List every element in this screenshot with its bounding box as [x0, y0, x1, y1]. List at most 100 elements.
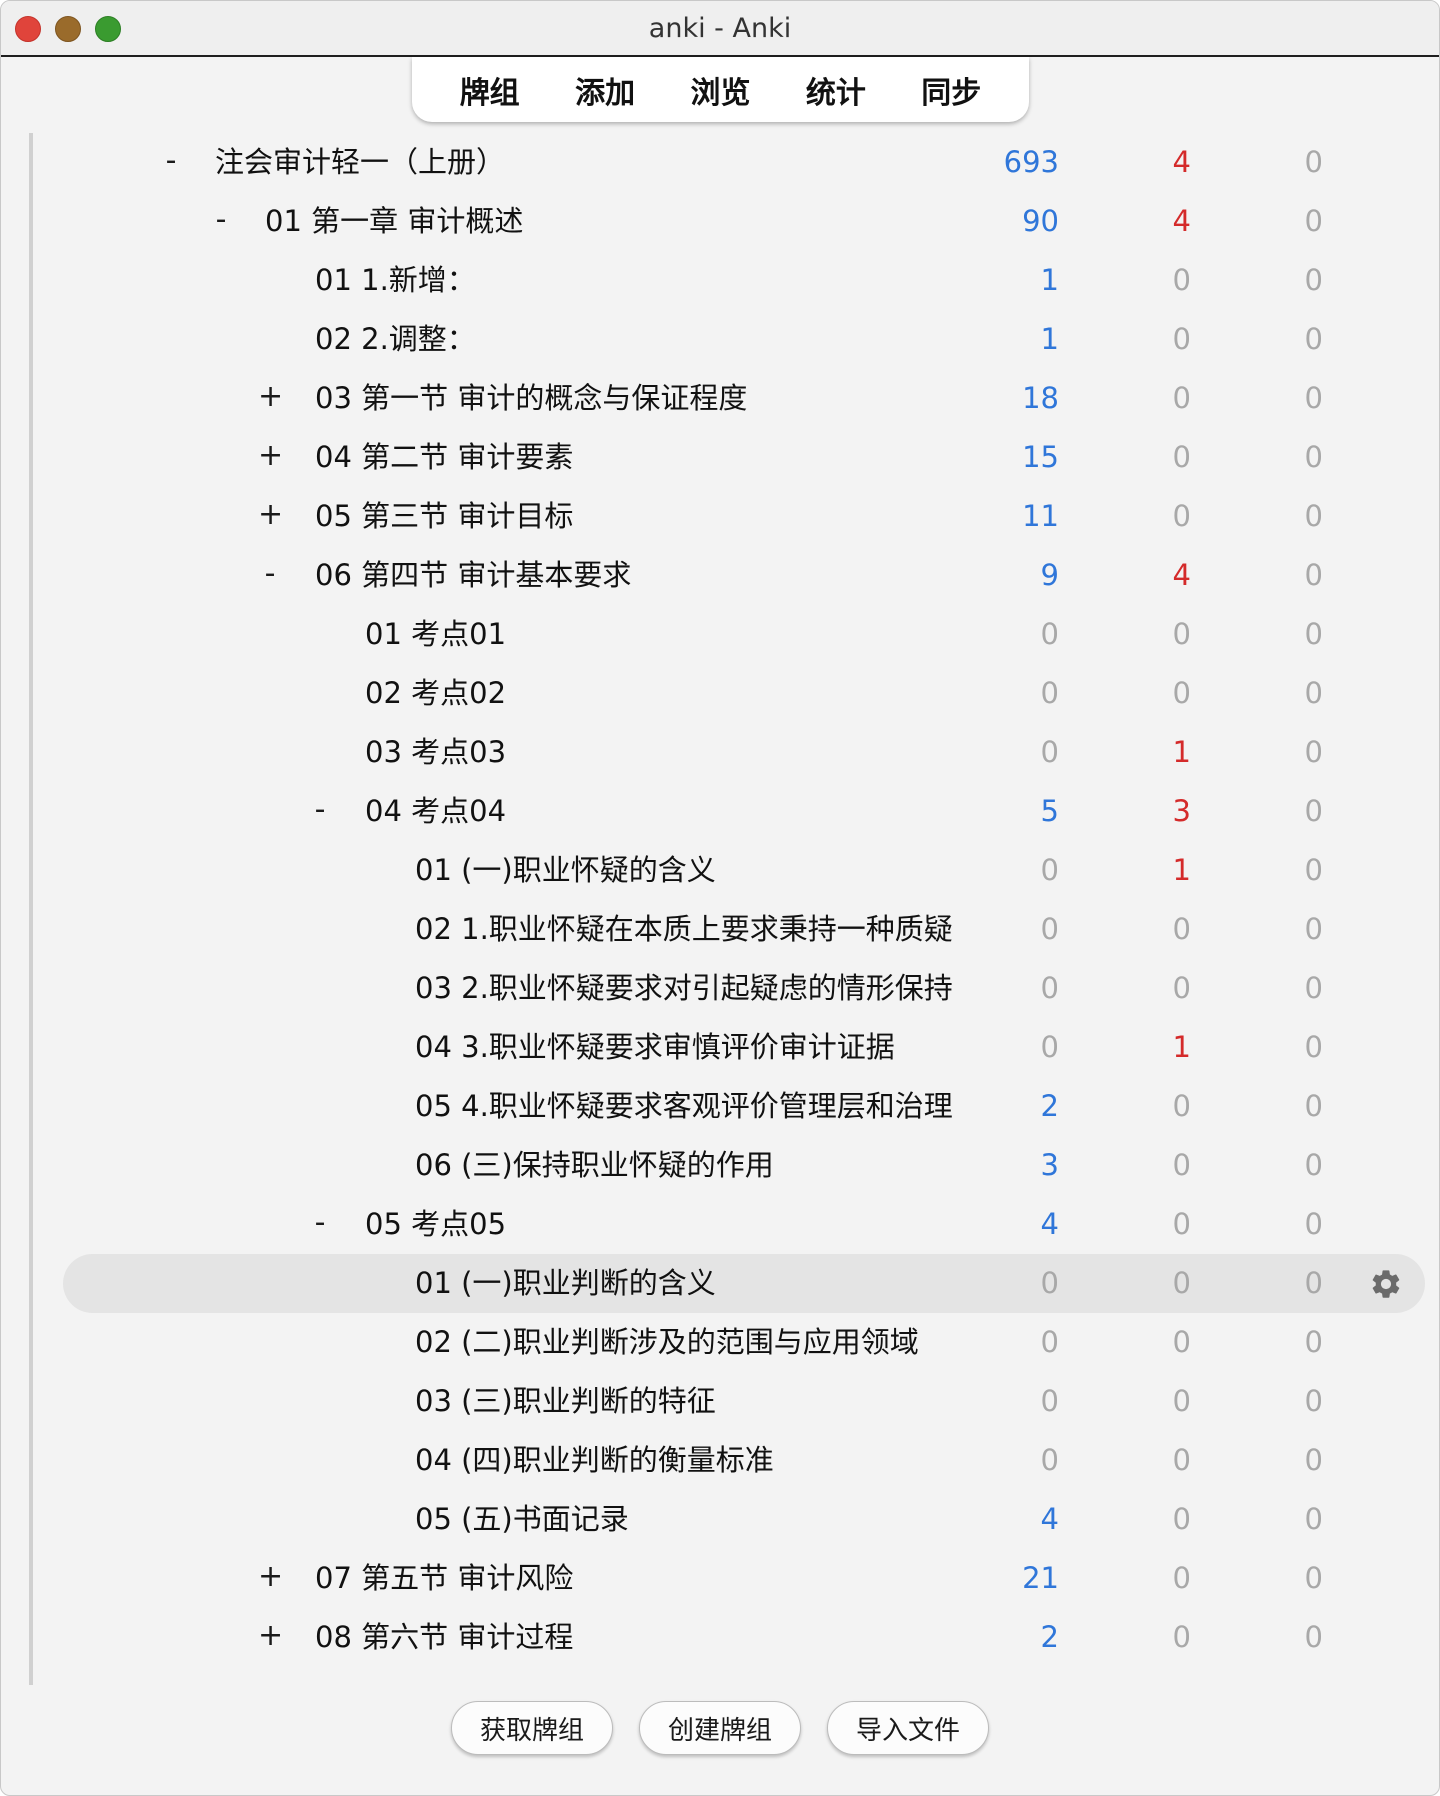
learn-count: 0 [1172, 381, 1191, 415]
due-count: 0 [1304, 145, 1323, 179]
deck-row[interactable]: +07 第五节 审计风险 21 0 0 [29, 1549, 1439, 1608]
deck-name[interactable]: 04 考点04 [365, 794, 506, 829]
deck-name[interactable]: 02 (二)职业判断涉及的范围与应用领域 [415, 1325, 919, 1360]
toolbar-add[interactable]: 添加 [569, 64, 641, 116]
new-count: 1 [1040, 263, 1059, 297]
learn-count: 4 [1172, 558, 1191, 592]
deck-row[interactable]: 03 考点03 0 1 0 [29, 723, 1439, 782]
expand-toggle[interactable]: + [258, 1621, 283, 1651]
deck-name[interactable]: 04 第二节 审计要素 [315, 440, 573, 475]
deck-name[interactable]: 03 (三)职业判断的特征 [415, 1384, 716, 1419]
deck-name[interactable]: 04 (四)职业判断的衡量标准 [415, 1443, 774, 1478]
deck-row[interactable]: 04 3.职业怀疑要求审慎评价审计证据 0 1 0 [29, 1018, 1439, 1077]
deck-name[interactable]: 04 3.职业怀疑要求审慎评价审计证据 [415, 1030, 895, 1065]
learn-count: 3 [1172, 794, 1191, 828]
expand-toggle[interactable]: + [258, 500, 283, 530]
deck-name[interactable]: 03 2.职业怀疑要求对引起疑虑的情形保持 [415, 971, 953, 1006]
expand-toggle[interactable]: + [258, 382, 283, 412]
learn-count: 4 [1172, 204, 1191, 238]
deck-name[interactable]: 03 考点03 [365, 735, 506, 770]
deck-name[interactable]: 01 (一)职业怀疑的含义 [415, 853, 716, 888]
import-file-button[interactable]: 导入文件 [827, 1701, 990, 1755]
deck-row[interactable]: +03 第一节 审计的概念与保证程度 18 0 0 [29, 369, 1439, 428]
deck-row[interactable]: 03 (三)职业判断的特征 0 0 0 [29, 1372, 1439, 1431]
new-count: 15 [1022, 440, 1059, 474]
learn-count: 0 [1172, 912, 1191, 946]
deck-name[interactable]: 01 第一章 审计概述 [265, 204, 523, 239]
deck-row[interactable]: 02 (二)职业判断涉及的范围与应用领域 0 0 0 [29, 1313, 1439, 1372]
collapse-toggle[interactable]: - [159, 146, 183, 176]
new-count: 693 [1003, 145, 1059, 179]
collapse-toggle[interactable]: - [308, 1208, 332, 1238]
deck-name[interactable]: 06 第四节 审计基本要求 [315, 558, 631, 593]
deck-row[interactable]: 05 (五)书面记录 4 0 0 [29, 1490, 1439, 1549]
deck-name[interactable]: 02 1.职业怀疑在本质上要求秉持一种质疑 [415, 912, 953, 947]
get-shared-decks-button[interactable]: 获取牌组 [450, 1701, 613, 1755]
learn-count: 0 [1172, 1089, 1191, 1123]
deck-row[interactable]: 01 (一)职业怀疑的含义 0 1 0 [29, 841, 1439, 900]
deck-name[interactable]: 03 第一节 审计的概念与保证程度 [315, 381, 747, 416]
deck-name[interactable]: 02 考点02 [365, 676, 506, 711]
new-count: 0 [1040, 676, 1059, 710]
deck-row[interactable]: - 06 第四节 审计基本要求 9 4 0 [29, 546, 1439, 605]
due-count: 0 [1304, 204, 1323, 238]
deck-row[interactable]: +08 第六节 审计过程 2 0 0 [29, 1608, 1439, 1667]
deck-row[interactable]: +05 第三节 审计目标 11 0 0 [29, 487, 1439, 546]
due-count: 0 [1304, 1384, 1323, 1418]
new-count: 0 [1040, 912, 1059, 946]
learn-count: 0 [1172, 676, 1191, 710]
deck-name[interactable]: 06 (三)保持职业怀疑的作用 [415, 1148, 774, 1183]
gear-icon[interactable] [1369, 1267, 1403, 1301]
toolbar-decks[interactable]: 牌组 [454, 64, 526, 116]
deck-name[interactable]: 05 (五)书面记录 [415, 1502, 629, 1537]
deck-row[interactable]: 05 4.职业怀疑要求客观评价管理层和治理 2 0 0 [29, 1077, 1439, 1136]
collapse-toggle[interactable]: - [209, 205, 233, 235]
deck-row[interactable]: 01 (一)职业判断的含义 0 0 0 [29, 1254, 1439, 1313]
collapse-toggle[interactable]: - [258, 559, 282, 589]
due-count: 0 [1304, 1266, 1323, 1300]
deck-name[interactable]: 08 第六节 审计过程 [315, 1620, 573, 1655]
create-deck-button[interactable]: 创建牌组 [638, 1701, 801, 1755]
due-count: 0 [1304, 499, 1323, 533]
deck-name[interactable]: 注会审计轻一（上册） [215, 145, 505, 180]
learn-count: 0 [1172, 1148, 1191, 1182]
deck-row[interactable]: 06 (三)保持职业怀疑的作用 3 0 0 [29, 1136, 1439, 1195]
expand-toggle[interactable]: + [258, 441, 283, 471]
deck-name[interactable]: 01 (一)职业判断的含义 [415, 1266, 716, 1301]
deck-row[interactable]: 04 (四)职业判断的衡量标准 0 0 0 [29, 1431, 1439, 1490]
deck-row[interactable]: 01 1.新增： 1 0 0 [29, 251, 1439, 310]
new-count: 1 [1040, 322, 1059, 356]
expand-toggle[interactable]: + [258, 1562, 283, 1592]
deck-name[interactable]: 05 4.职业怀疑要求客观评价管理层和治理 [415, 1089, 953, 1124]
title-bar[interactable]: anki - Anki [1, 1, 1439, 57]
deck-name[interactable]: 07 第五节 审计风险 [315, 1561, 573, 1596]
new-count: 0 [1040, 735, 1059, 769]
learn-count: 1 [1172, 1030, 1191, 1064]
deck-name[interactable]: 05 第三节 审计目标 [315, 499, 573, 534]
deck-row[interactable]: - 04 考点04 5 3 0 [29, 782, 1439, 841]
deck-name[interactable]: 01 1.新增： [315, 263, 476, 298]
toolbar-browse[interactable]: 浏览 [684, 64, 756, 116]
toolbar-sync[interactable]: 同步 [915, 64, 987, 116]
deck-row[interactable]: - 注会审计轻一（上册） 693 4 0 [29, 133, 1439, 192]
deck-name[interactable]: 02 2.调整： [315, 322, 476, 357]
deck-name[interactable]: 05 考点05 [365, 1207, 506, 1242]
deck-row[interactable]: 02 1.职业怀疑在本质上要求秉持一种质疑 0 0 0 [29, 900, 1439, 959]
deck-row[interactable]: 01 考点01 0 0 0 [29, 605, 1439, 664]
new-count: 0 [1040, 971, 1059, 1005]
learn-count: 0 [1172, 1502, 1191, 1536]
new-count: 0 [1040, 1266, 1059, 1300]
toolbar-stats[interactable]: 统计 [800, 64, 872, 116]
learn-count: 0 [1172, 263, 1191, 297]
deck-row[interactable]: +04 第二节 审计要素 15 0 0 [29, 428, 1439, 487]
deck-row[interactable]: 02 2.调整： 1 0 0 [29, 310, 1439, 369]
deck-row[interactable]: 03 2.职业怀疑要求对引起疑虑的情形保持 0 0 0 [29, 959, 1439, 1018]
learn-count: 0 [1172, 971, 1191, 1005]
collapse-toggle[interactable]: - [308, 795, 332, 825]
deck-row[interactable]: 02 考点02 0 0 0 [29, 664, 1439, 723]
deck-name[interactable]: 01 考点01 [365, 617, 506, 652]
deck-row[interactable]: - 05 考点05 4 0 0 [29, 1195, 1439, 1254]
due-count: 0 [1304, 1325, 1323, 1359]
deck-row[interactable]: - 01 第一章 审计概述 90 4 0 [29, 192, 1439, 251]
new-count: 11 [1022, 499, 1059, 533]
